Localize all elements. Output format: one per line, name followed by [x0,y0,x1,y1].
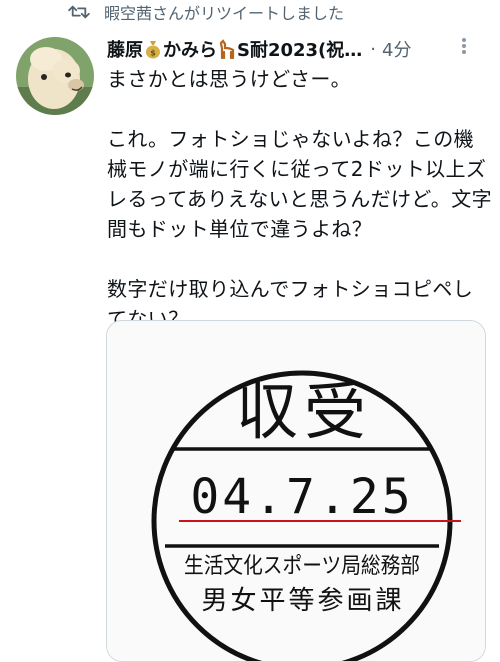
tweet-timestamp[interactable]: 4分 [382,36,411,62]
stamp-line2-text: 男女平等参画課 [201,586,404,616]
author-name-part3: S耐2023(祝… [237,40,363,61]
llama-emoji-icon [219,39,235,59]
retweet-banner[interactable]: 暇空茜さんがリツイートしました [68,0,344,24]
avatar[interactable] [16,37,94,115]
stamp-image: 収受 04.7.25 生活文化スポーツ局総務部 男女平等参画課 [107,321,485,661]
tweet-media-image[interactable]: 収受 04.7.25 生活文化スポーツ局総務部 男女平等参画課 [106,320,486,662]
retweet-text: 暇空茜さんがリツイートしました [104,4,345,23]
separator-dot: · [370,38,377,60]
author-name[interactable]: 藤原 $ かみら S耐2023(祝… [107,36,362,62]
tweet-header: 藤原 $ かみら S耐2023(祝… · 4分 [107,34,487,64]
stamp-line1-text: 生活文化スポーツ局総務部 [184,554,420,579]
svg-text:$: $ [150,49,156,58]
author-name-part1: 藤原 [107,40,143,61]
stamp-top-text: 収受 [236,375,372,448]
more-icon[interactable] [461,36,467,60]
money-bag-emoji-icon: $ [146,41,160,59]
alpaca-avatar-image [16,37,94,115]
stamp-date-text: 04.7.25 [190,469,413,525]
retweet-icon [68,5,90,19]
tweet-text: まさかとは思うけどさー。 これ。フォトショじゃないよね？この機械モノが端に行くに… [107,67,492,331]
author-name-part2: かみら [163,40,217,61]
